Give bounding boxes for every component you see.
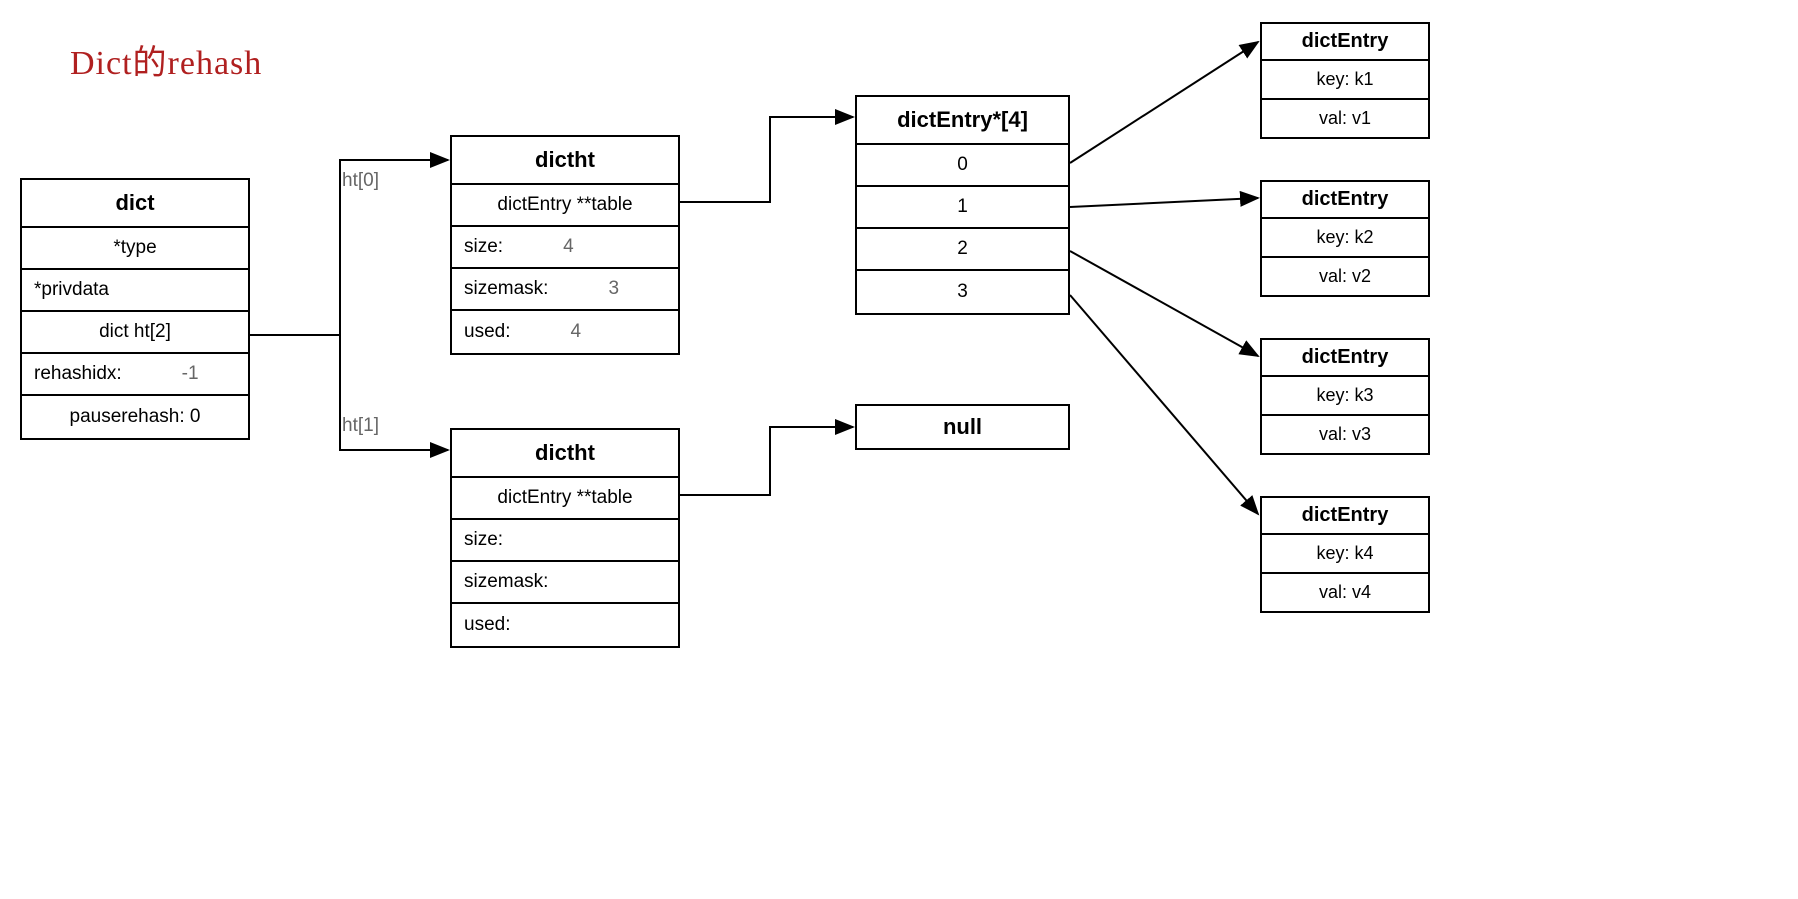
null-pointer: null	[855, 404, 1070, 450]
dict-entry-1-val: val: v1	[1262, 100, 1428, 137]
dictht0-used-value: 4	[570, 321, 581, 343]
dict-entry-2: dictEntry key: k2 val: v2	[1260, 180, 1430, 297]
dictht0-size-label: size:	[464, 236, 503, 258]
dictht1-sizemask: sizemask:	[452, 562, 678, 604]
dict-entry-4-key: key: k4	[1262, 535, 1428, 574]
dictht1-size: size:	[452, 520, 678, 562]
dict-type: *type	[22, 228, 248, 270]
dictht0-table: dictEntry **table	[452, 185, 678, 227]
entry-array-slot-2: 2	[857, 229, 1068, 271]
dict-entry-2-val: val: v2	[1262, 258, 1428, 295]
dict-entry-4-val: val: v4	[1262, 574, 1428, 611]
entry-array: dictEntry*[4] 0 1 2 3	[855, 95, 1070, 315]
dictht1-table: dictEntry **table	[452, 478, 678, 520]
dict-pauserehash: pauserehash: 0	[22, 396, 248, 438]
dict-entry-1: dictEntry key: k1 val: v1	[1260, 22, 1430, 139]
dict-privdata: *privdata	[22, 270, 248, 312]
dict-entry-4-header: dictEntry	[1262, 498, 1428, 535]
dict-entry-3: dictEntry key: k3 val: v3	[1260, 338, 1430, 455]
dictht0-struct: dictht dictEntry **table size: 4 sizemas…	[450, 135, 680, 355]
dictht1-sizemask-label: sizemask:	[464, 571, 548, 593]
dictht1-header: dictht	[452, 430, 678, 478]
dict-entry-3-val: val: v3	[1262, 416, 1428, 453]
entry-array-header: dictEntry*[4]	[857, 97, 1068, 145]
dict-entry-4: dictEntry key: k4 val: v4	[1260, 496, 1430, 613]
dict-rehashidx-label: rehashidx:	[34, 363, 122, 385]
dict-entry-3-key: key: k3	[1262, 377, 1428, 416]
dict-struct: dict *type *privdata dict ht[2] rehashid…	[20, 178, 250, 440]
dict-rehashidx-value: -1	[182, 363, 199, 385]
dict-header: dict	[22, 180, 248, 228]
dictht0-used: used: 4	[452, 311, 678, 353]
dictht1-struct: dictht dictEntry **table size: sizemask:…	[450, 428, 680, 648]
dict-ht: dict ht[2]	[22, 312, 248, 354]
entry-array-slot-1: 1	[857, 187, 1068, 229]
dictht0-size-value: 4	[563, 236, 574, 258]
dictht0-size: size: 4	[452, 227, 678, 269]
dict-entry-2-header: dictEntry	[1262, 182, 1428, 219]
dict-entry-1-header: dictEntry	[1262, 24, 1428, 61]
dictht0-used-label: used:	[464, 321, 510, 343]
dictht1-size-label: size:	[464, 529, 503, 551]
entry-array-slot-0: 0	[857, 145, 1068, 187]
dictht0-sizemask-value: 3	[608, 278, 619, 300]
dictht1-used-label: used:	[464, 614, 510, 636]
edge-label-ht1: ht[1]	[342, 415, 379, 437]
dict-entry-3-header: dictEntry	[1262, 340, 1428, 377]
dict-entry-2-key: key: k2	[1262, 219, 1428, 258]
entry-array-slot-3: 3	[857, 271, 1068, 313]
dictht0-header: dictht	[452, 137, 678, 185]
dictht1-used: used:	[452, 604, 678, 646]
dictht0-sizemask: sizemask: 3	[452, 269, 678, 311]
diagram-title: Dict的rehash	[70, 35, 262, 84]
dict-rehashidx: rehashidx: -1	[22, 354, 248, 396]
dictht0-sizemask-label: sizemask:	[464, 278, 548, 300]
dict-entry-1-key: key: k1	[1262, 61, 1428, 100]
edge-label-ht0: ht[0]	[342, 170, 379, 192]
